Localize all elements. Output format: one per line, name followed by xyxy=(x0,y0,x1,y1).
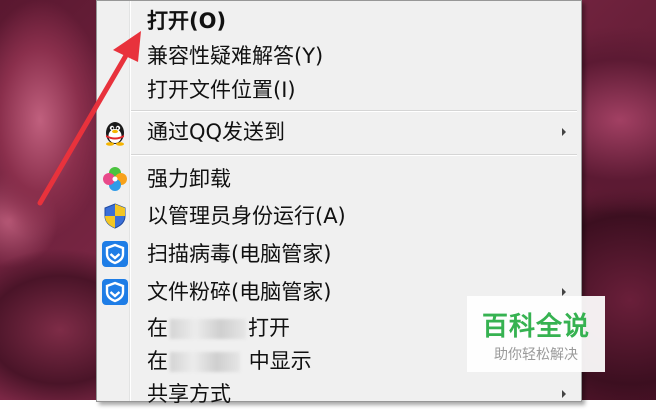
menu-separator xyxy=(131,154,577,156)
menu-item-open-file-location[interactable]: 打开文件位置(I) xyxy=(97,74,581,106)
submenu-arrow-icon xyxy=(562,288,566,296)
menu-item-label: 以管理员身份运行(A) xyxy=(147,204,346,228)
menu-item-label: 强力卸载 xyxy=(147,167,231,191)
uac-shield-icon xyxy=(104,203,126,229)
menu-item-label: 在 打开 xyxy=(147,316,290,340)
submenu-arrow-icon xyxy=(562,128,566,136)
menu-item-share-with[interactable]: 共享方式 xyxy=(97,378,581,410)
clover-icon xyxy=(103,167,127,191)
menu-item-run-as-admin[interactable]: 以管理员身份运行(A) xyxy=(97,200,581,232)
redacted-app-name xyxy=(170,319,246,339)
menu-item-label: 在 中显示 xyxy=(147,349,312,373)
menu-separator xyxy=(131,110,577,112)
menu-item-send-via-qq[interactable]: 通过QQ发送到 xyxy=(97,116,581,148)
submenu-arrow-icon xyxy=(562,390,566,398)
menu-item-compat-troubleshoot[interactable]: 兼容性疑难解答(Y) xyxy=(97,40,581,72)
watermark-subtitle: 助你轻松解决 xyxy=(494,347,578,363)
menu-item-label: 通过QQ发送到 xyxy=(147,120,286,144)
tencent-guard-icon xyxy=(102,241,128,267)
menu-item-label: 文件粉碎(电脑管家) xyxy=(147,280,332,304)
label-suffix: 中显示 xyxy=(248,349,312,373)
menu-item-force-uninstall[interactable]: 强力卸载 xyxy=(97,163,581,195)
tencent-guard-icon xyxy=(102,279,128,305)
redacted-app-name xyxy=(170,352,240,372)
menu-item-label: 打开文件位置(I) xyxy=(147,78,296,102)
menu-item-open[interactable]: 打开(O) xyxy=(97,5,581,37)
menu-item-label: 扫描病毒(电脑管家) xyxy=(147,242,332,266)
menu-item-label: 兼容性疑难解答(Y) xyxy=(147,44,324,68)
menu-item-virus-scan[interactable]: 扫描病毒(电脑管家) xyxy=(97,238,581,270)
qq-penguin-icon xyxy=(106,122,124,146)
menu-item-label: 打开(O) xyxy=(147,9,227,33)
watermark-title: 百科全说 xyxy=(481,312,590,342)
watermark-logo: 百科全说 助你轻松解决 xyxy=(467,296,605,372)
label-prefix: 在 xyxy=(147,349,168,373)
label-suffix: 打开 xyxy=(248,316,290,340)
label-prefix: 在 xyxy=(147,316,168,340)
menu-item-label: 共享方式 xyxy=(147,382,231,406)
